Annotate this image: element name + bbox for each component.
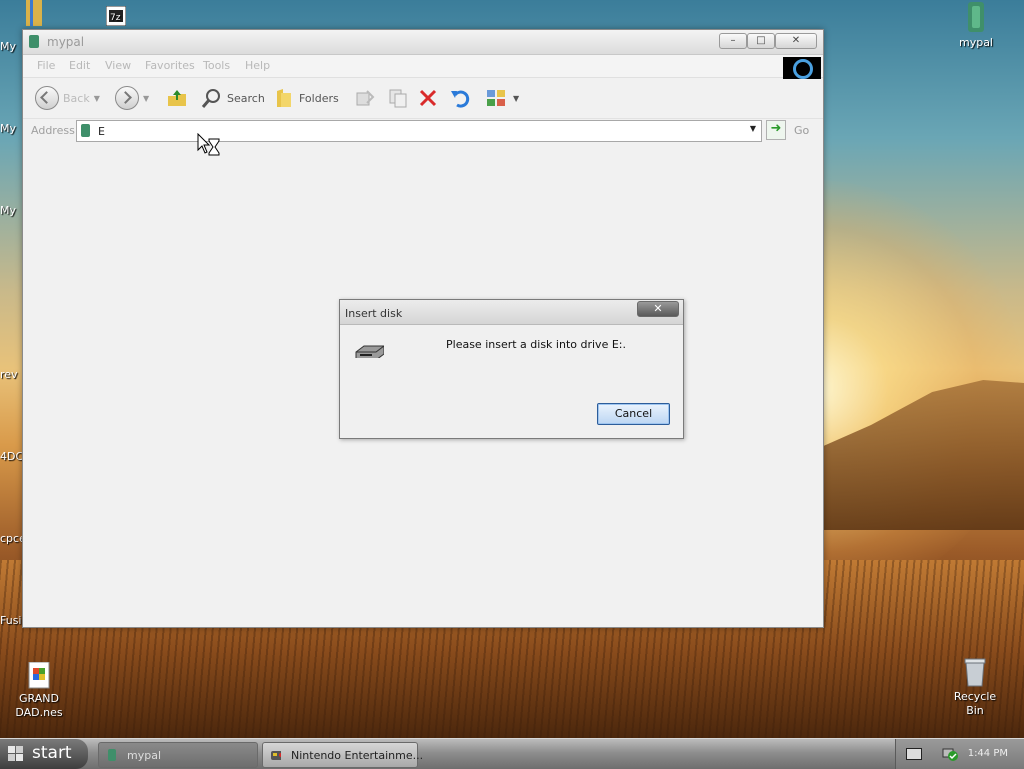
views-button[interactable]: ▼: [485, 86, 519, 110]
go-button[interactable]: ➜ Go: [766, 120, 809, 140]
dialog-title: Insert disk: [345, 307, 403, 320]
network-check-icon[interactable]: [942, 745, 958, 761]
drive-icon: [81, 124, 90, 137]
move-to-button[interactable]: [353, 86, 375, 110]
keyboard-icon[interactable]: [906, 748, 922, 760]
desktop-edge-label[interactable]: My: [0, 40, 16, 53]
address-value: E: [98, 125, 105, 138]
desktop-edge-label[interactable]: Fusi: [0, 614, 21, 627]
up-folder-icon: [168, 90, 186, 106]
move-to-icon: [356, 90, 375, 106]
up-folder-button[interactable]: [165, 86, 189, 110]
desktop-icon-grand-dad[interactable]: GRAND DAD.nes: [10, 662, 68, 720]
back-button[interactable]: Back ▼: [35, 86, 100, 110]
chevron-down-icon[interactable]: ▼: [747, 124, 759, 137]
desktop-icon-mypal[interactable]: mypal: [948, 2, 1004, 50]
desktop-icon-label: mypal: [958, 36, 993, 49]
minimize-button[interactable]: –: [719, 33, 747, 49]
nes-emulator-icon: [271, 751, 281, 760]
nes-rom-file-icon: [28, 662, 50, 689]
taskbar: start mypal Nintendo Entertainme... 1:44…: [0, 738, 1024, 769]
folders-button[interactable]: Folders: [273, 86, 339, 110]
folders-label: Folders: [299, 91, 339, 105]
delete-x-icon: [419, 89, 437, 107]
dialog-titlebar[interactable]: Insert disk ✕: [340, 300, 683, 325]
chevron-down-icon: ▼: [143, 93, 150, 103]
folder-icon: [26, 0, 42, 26]
forward-arrow-icon: [115, 86, 139, 110]
menu-bar: File Edit View Favorites Tools Help: [23, 55, 823, 79]
go-label: Go: [794, 123, 810, 137]
chevron-down-icon: ▼: [93, 93, 100, 103]
undo-icon: [451, 90, 470, 108]
copy-to-icon: [389, 89, 407, 108]
mypal-app-icon: [29, 35, 39, 48]
desktop-icon-label: GRAND DAD.nes: [15, 692, 63, 719]
search-button[interactable]: Search: [201, 86, 265, 110]
address-input[interactable]: E ▼: [76, 120, 762, 142]
clock[interactable]: 1:44 PM: [968, 748, 1008, 759]
desktop-edge-label[interactable]: 4DC: [0, 450, 23, 463]
delete-button[interactable]: [417, 86, 439, 110]
desktop-edge-label[interactable]: rev: [0, 368, 18, 381]
desktop-icon-partial[interactable]: [24, 0, 44, 28]
insert-disk-dialog[interactable]: Insert disk ✕ Please insert a disk into …: [339, 299, 684, 439]
start-button[interactable]: start: [0, 739, 88, 769]
chevron-down-icon: ▼: [513, 93, 520, 103]
search-label: Search: [227, 91, 265, 105]
standard-toolbar: Back ▼ ▼ Search Folders ▼: [23, 78, 823, 119]
back-arrow-icon: [35, 86, 59, 110]
dialog-close-button[interactable]: ✕: [637, 301, 679, 317]
views-icon: [487, 90, 505, 106]
windows-logo-throbber: [783, 57, 821, 79]
start-label: start: [32, 743, 72, 763]
mypal-app-icon: [968, 2, 984, 32]
recycle-bin-icon: [964, 658, 986, 687]
busy-cursor-icon: [197, 133, 220, 156]
window-title: mypal: [47, 35, 85, 49]
menu-file[interactable]: File: [37, 59, 55, 72]
disk-drive-icon: [355, 345, 384, 358]
desktop-edge-label[interactable]: My: [0, 122, 16, 135]
address-label: Address: [31, 124, 75, 137]
menu-edit[interactable]: Edit: [69, 59, 90, 72]
desktop-edge-label[interactable]: My: [0, 204, 16, 217]
desktop-icon-label: Recycle Bin: [953, 690, 997, 717]
desktop-icon-recycle-bin[interactable]: Recycle Bin: [944, 656, 1006, 718]
taskbar-item-label: mypal: [127, 749, 162, 762]
search-icon: [201, 89, 220, 108]
dialog-message: Please insert a disk into drive E:.: [446, 338, 626, 351]
svg-text:7z: 7z: [110, 13, 121, 23]
archive-7z-icon: 7z: [106, 6, 126, 26]
taskbar-item-mypal[interactable]: mypal: [98, 742, 258, 768]
menu-help[interactable]: Help: [245, 59, 270, 72]
address-bar: Address E ▼ ➜ Go: [23, 119, 823, 143]
windows-flag-icon: [8, 746, 23, 761]
go-arrow-icon: ➜: [766, 120, 786, 140]
forward-button[interactable]: ▼: [115, 86, 149, 110]
menu-tools[interactable]: Tools: [203, 59, 230, 72]
window-titlebar[interactable]: mypal – □ ✕: [23, 30, 823, 55]
system-tray: 1:44 PM: [895, 739, 1024, 769]
desktop-icon-7z[interactable]: 7z: [106, 6, 126, 28]
mypal-app-icon: [108, 749, 116, 761]
taskbar-item-label: Nintendo Entertainme...: [291, 749, 424, 762]
taskbar-item-nintendo[interactable]: Nintendo Entertainme...: [262, 742, 423, 768]
menu-favorites[interactable]: Favorites: [145, 59, 195, 72]
copy-to-button[interactable]: [387, 86, 409, 110]
close-button[interactable]: ✕: [775, 33, 817, 49]
cancel-button[interactable]: Cancel: [597, 403, 670, 425]
folders-icon: [277, 89, 291, 107]
menu-view[interactable]: View: [105, 59, 131, 72]
back-label: Back: [63, 91, 90, 105]
undo-button[interactable]: [449, 86, 471, 110]
maximize-button[interactable]: □: [747, 33, 775, 49]
